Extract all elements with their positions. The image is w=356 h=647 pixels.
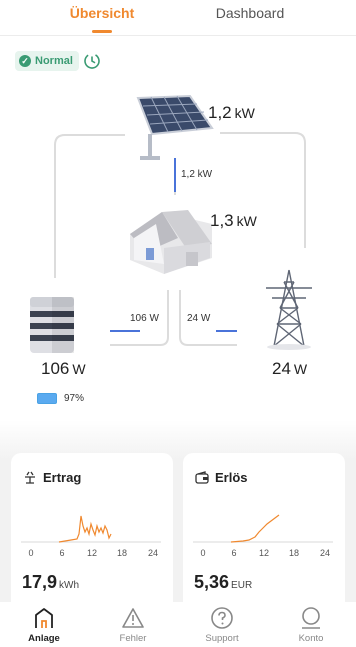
yield-card[interactable]: Ertrag 0 6 12 18 24 17,9 kWh [11,453,173,613]
top-tabs: Übersicht Dashboard [0,0,356,36]
power-grid-icon [266,269,312,350]
house-icon [130,210,212,274]
account-icon [302,607,320,629]
wallet-icon [195,470,209,484]
solar-panel-icon [136,94,214,160]
solar-power-value: 1,2 kW [208,103,255,122]
home-icon [35,608,53,628]
revenue-value: 5,36 EUR [194,572,253,592]
yield-x-tick: 24 [148,548,158,558]
revenue-card[interactable]: Erlös 0 6 12 18 24 5,36 EUR [183,453,345,613]
yield-chart: 0 6 12 18 24 [21,515,161,558]
yield-value: 17,9 kWh [22,572,80,592]
check-icon: ✓ [19,55,31,67]
bottom-nav: Anlage Fehler Support Konto [0,602,356,647]
active-tab-indicator [92,30,112,33]
yield-x-tick: 18 [117,548,127,558]
warning-icon [122,608,144,628]
grid-flow-label: 24 W [187,313,211,324]
energy-flow-diagram: 1,2 kW 1,2 kW 1,3 kW 106 W 106 W 24 W 24… [0,80,356,420]
nav-item-fehler[interactable]: Fehler [98,606,168,644]
battery-soc: 97% [37,393,84,404]
battery-soc-bar [37,393,57,404]
battery-soc-value: 97% [64,393,85,404]
revenue-x-tick: 24 [320,548,330,558]
revenue-card-title: Erlös [195,470,248,485]
nav-item-konto[interactable]: Konto [276,606,346,644]
battery-icon [30,297,74,353]
grid-power-value: 24 W [272,359,308,378]
revenue-chart: 0 6 12 18 24 [193,514,333,558]
battery-flow-label: 106 W [130,313,159,324]
battery-power-value: 106 W [41,359,86,378]
tab-dashboard[interactable]: Dashboard [206,5,294,35]
yield-card-title: Ertrag [23,470,81,485]
nav-item-support[interactable]: Support [187,606,257,644]
help-icon [211,607,233,629]
yield-x-tick: 12 [87,548,97,558]
history-icon[interactable] [83,52,101,70]
house-power-value: 1,3 kW [210,211,257,230]
solar-yield-icon [25,471,35,484]
revenue-x-tick: 6 [231,548,236,558]
status-label: Normal [35,55,73,67]
status-badge: ✓ Normal [15,51,79,71]
revenue-x-tick: 0 [200,548,205,558]
revenue-x-tick: 18 [289,548,299,558]
yield-x-tick: 0 [28,548,33,558]
solar-flow-label: 1,2 kW [181,169,213,180]
yield-x-tick: 6 [59,548,64,558]
revenue-x-tick: 12 [259,548,269,558]
nav-item-anlage[interactable]: Anlage [9,606,79,644]
